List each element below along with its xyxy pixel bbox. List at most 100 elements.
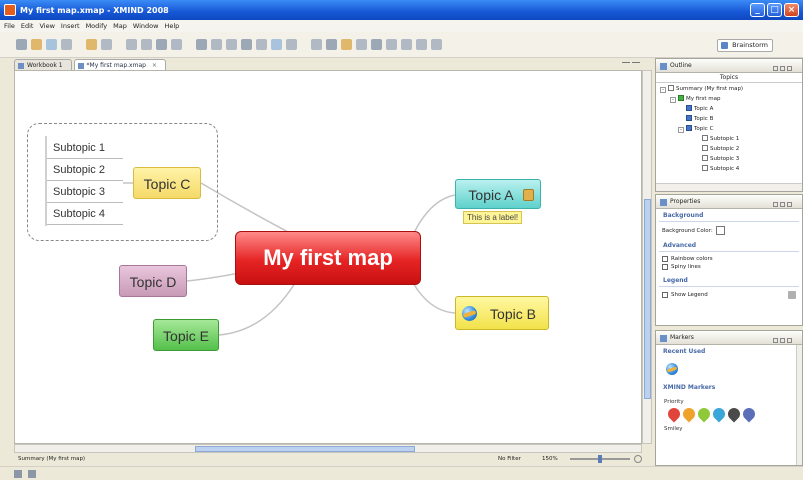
outline-item-subtopic-2[interactable]: Subtopic 2	[702, 145, 739, 153]
outline-item-my-first-map[interactable]: - My first map	[670, 95, 720, 103]
new-icon[interactable]	[16, 39, 27, 50]
insert-before-icon[interactable]	[226, 39, 237, 50]
open-icon[interactable]	[31, 39, 42, 50]
drill-down-icon[interactable]	[401, 39, 412, 50]
marker-icon[interactable]	[326, 39, 337, 50]
properties-title: Properties	[670, 198, 701, 205]
background-color-swatch[interactable]	[715, 226, 725, 235]
markers-vertical-scrollbar[interactable]	[796, 345, 802, 465]
menu-help[interactable]: Help	[164, 22, 179, 30]
topic-icon	[686, 105, 692, 111]
subtopic-1[interactable]: Subtopic 1	[47, 137, 123, 159]
scroll-thumb[interactable]	[195, 446, 415, 452]
save-icon[interactable]	[46, 39, 57, 50]
topic-b[interactable]: Topic B	[455, 296, 549, 330]
outline-item-topic-b[interactable]: Topic B	[686, 115, 713, 123]
zoom-slider-handle[interactable]	[598, 455, 602, 463]
show-legend-checkbox[interactable]	[662, 292, 668, 298]
legend-icon[interactable]	[788, 291, 796, 299]
fast-view-icon[interactable]	[14, 470, 22, 478]
back-icon[interactable]	[126, 39, 137, 50]
close-tab-icon[interactable]: ×	[152, 62, 157, 69]
tab-workbook-1[interactable]: Workbook 1	[14, 59, 72, 70]
properties-panel: Properties Background Background Color: …	[655, 194, 803, 326]
menu-map[interactable]: Map	[113, 22, 127, 30]
rainbow-colors-checkbox[interactable]	[662, 256, 668, 262]
insert-topic-icon[interactable]	[196, 39, 207, 50]
tab-my-first-map[interactable]: *My first map.xmap ×	[73, 59, 166, 70]
insert-subtopic-icon[interactable]	[211, 39, 222, 50]
print-icon[interactable]	[61, 39, 72, 50]
menu-window[interactable]: Window	[133, 22, 159, 30]
spiny-lines-checkbox[interactable]	[662, 264, 668, 270]
canvas-vertical-scrollbar[interactable]	[642, 70, 652, 444]
pencil-icon[interactable]	[86, 39, 97, 50]
image-icon[interactable]	[311, 39, 322, 50]
subtopic-3[interactable]: Subtopic 3	[47, 181, 123, 203]
outline-item-subtopic-3[interactable]: Subtopic 3	[702, 155, 739, 163]
menu-file[interactable]: File	[4, 22, 15, 30]
menu-view[interactable]: View	[39, 22, 54, 30]
close-button[interactable]: ×	[784, 3, 799, 17]
menu-insert[interactable]: Insert	[61, 22, 80, 30]
topic-e[interactable]: Topic E	[153, 319, 219, 351]
note-icon[interactable]	[341, 39, 352, 50]
menu-edit[interactable]: Edit	[21, 22, 34, 30]
outline-item-subtopic-4[interactable]: Subtopic 4	[702, 165, 739, 173]
collapse-icon[interactable]: -	[678, 127, 684, 133]
panel-controls[interactable]	[771, 335, 799, 343]
canvas-horizontal-scrollbar[interactable]	[14, 444, 642, 453]
summary-icon[interactable]	[286, 39, 297, 50]
editor-view-controls[interactable]	[622, 60, 646, 68]
globe-icon[interactable]	[666, 363, 678, 375]
copy-icon[interactable]	[156, 39, 167, 50]
outline-item-summary[interactable]: - Summary (My first map)	[660, 85, 743, 93]
note-icon[interactable]	[523, 189, 534, 201]
boundary-icon[interactable]	[271, 39, 282, 50]
summary-icon	[668, 85, 674, 91]
scroll-thumb[interactable]	[644, 199, 651, 399]
filter-status[interactable]: No Filter	[498, 453, 521, 465]
undo-icon[interactable]	[101, 39, 112, 50]
collapse-icon[interactable]: -	[670, 97, 676, 103]
zoom-level[interactable]: 150%	[542, 453, 558, 465]
legend-section-title[interactable]: Legend	[659, 274, 799, 287]
minimize-button[interactable]: _	[750, 3, 765, 17]
advanced-section-title[interactable]: Advanced	[659, 239, 799, 252]
hyperlink-icon[interactable]	[356, 39, 367, 50]
connector-e	[218, 282, 296, 336]
tab-label: *My first map.xmap	[86, 62, 146, 69]
central-topic[interactable]: My first map	[235, 231, 421, 285]
recent-used-section-title[interactable]: Recent Used	[659, 345, 799, 357]
panel-controls[interactable]	[771, 199, 799, 207]
topic-a[interactable]: Topic A	[455, 179, 541, 209]
background-section-title[interactable]: Background	[659, 209, 799, 222]
subtopic-2[interactable]: Subtopic 2	[47, 159, 123, 181]
attachment-icon[interactable]	[371, 39, 382, 50]
outline-item-subtopic-1[interactable]: Subtopic 1	[702, 135, 739, 143]
fit-map-icon[interactable]	[634, 455, 642, 463]
collapse-icon[interactable]: -	[660, 87, 666, 93]
xmind-markers-section-title[interactable]: XMIND Markers	[659, 381, 799, 393]
outline-item-topic-a[interactable]: Topic A	[686, 105, 713, 113]
label-icon[interactable]	[386, 39, 397, 50]
brainstorm-button[interactable]: Brainstorm	[717, 39, 773, 52]
menu-modify[interactable]: Modify	[86, 22, 108, 30]
outline-icon	[660, 63, 667, 70]
outline-item-topic-c[interactable]: - Topic C	[678, 125, 713, 133]
mind-map-canvas[interactable]: Subtopic 1 Subtopic 2 Subtopic 3 Subtopi…	[14, 70, 642, 444]
topic-d[interactable]: Topic D	[119, 265, 187, 297]
topic-c[interactable]: Topic C	[133, 167, 201, 199]
panel-controls[interactable]	[771, 63, 799, 71]
relationship-icon[interactable]	[256, 39, 267, 50]
subtopic-4[interactable]: Subtopic 4	[47, 203, 123, 225]
drill-up-icon[interactable]	[416, 39, 427, 50]
perspective-icon[interactable]	[28, 470, 36, 478]
maximize-button[interactable]: □	[767, 3, 782, 17]
outline-horizontal-scrollbar[interactable]	[656, 183, 802, 191]
insert-parent-icon[interactable]	[241, 39, 252, 50]
topic-a-label-tag[interactable]: This is a label!	[463, 211, 523, 224]
fold-icon[interactable]	[431, 39, 442, 50]
cut-icon[interactable]	[141, 39, 152, 50]
delete-icon[interactable]	[171, 39, 182, 50]
